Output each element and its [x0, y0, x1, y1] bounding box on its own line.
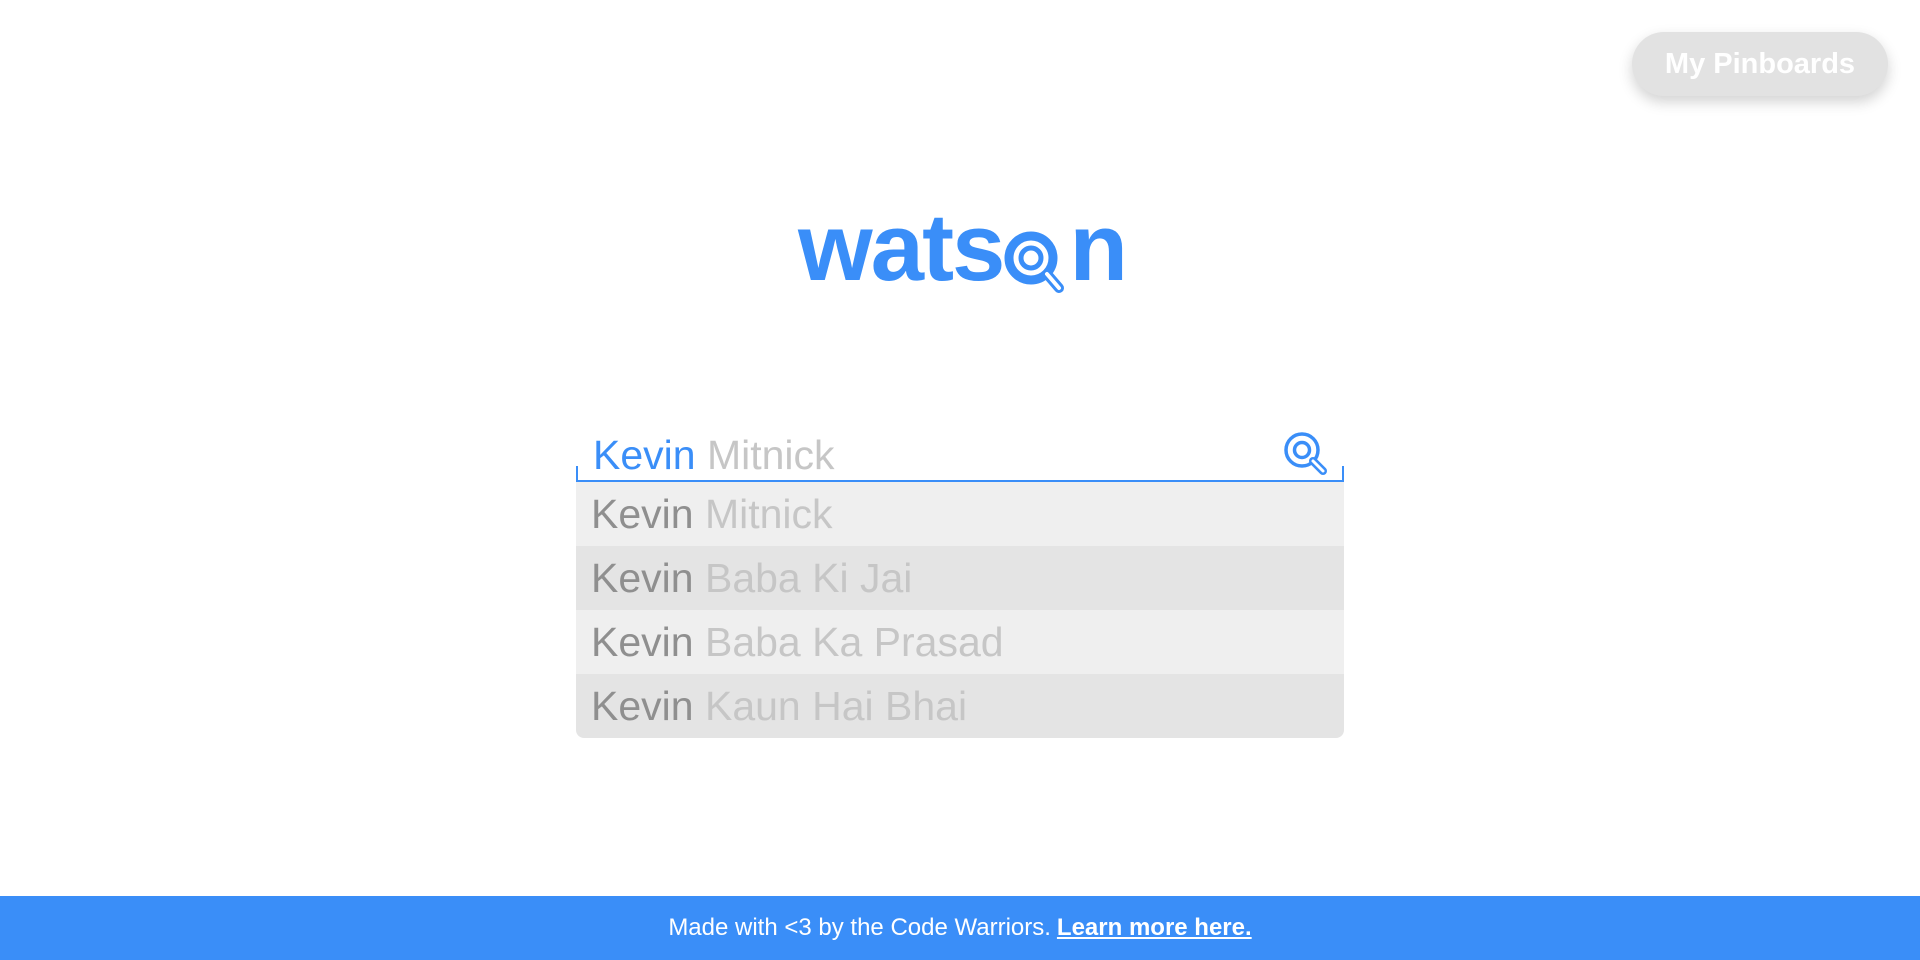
suggestion-list: Kevin Mitnick Kevin Baba Ki Jai Kevin Ba…	[576, 482, 1344, 738]
search-border-mask	[575, 420, 579, 466]
search-box[interactable]: Kevin Mitnick	[575, 420, 1345, 482]
logo-text-suffix: n	[1069, 194, 1128, 301]
search-icon[interactable]	[1282, 430, 1330, 478]
suggestion-first: Kevin	[591, 554, 694, 601]
watson-logo: wats n	[798, 196, 1138, 296]
suggestion-rest: Baba Ki Jai	[704, 554, 913, 601]
my-pinboards-button[interactable]: My Pinboards	[1632, 32, 1888, 96]
logo-magnifier-icon	[1004, 231, 1065, 293]
footer-text: Made with <3 by the Code Warriors.	[668, 914, 1051, 941]
search-typed-text: Kevin	[593, 432, 696, 478]
suggestion-first: Kevin	[591, 490, 694, 537]
footer-bar: Made with <3 by the Code Warriors. Learn…	[0, 896, 1920, 960]
suggestion-first: Kevin	[591, 618, 694, 665]
suggestion-item[interactable]: Kevin Mitnick	[576, 482, 1344, 546]
suggestion-rest: Baba Ka Prasad	[704, 618, 1004, 665]
suggestion-first: Kevin	[591, 682, 694, 729]
search-border-mask	[1341, 420, 1345, 466]
suggestion-item[interactable]: Kevin Kaun Hai Bhai	[576, 674, 1344, 738]
page: My Pinboards wats n Kevin Mitnick Kevin …	[0, 0, 1920, 960]
logo-text-prefix: wats	[798, 194, 1005, 301]
suggestion-rest: Mitnick	[704, 490, 833, 537]
suggestion-rest: Kaun Hai Bhai	[704, 682, 968, 729]
search-ghost-completion: Mitnick	[706, 432, 835, 478]
learn-more-link[interactable]: Learn more here.	[1057, 914, 1252, 942]
search-input[interactable]: Kevin Mitnick	[593, 430, 835, 480]
suggestion-item[interactable]: Kevin Baba Ka Prasad	[576, 610, 1344, 674]
suggestion-item[interactable]: Kevin Baba Ki Jai	[576, 546, 1344, 610]
